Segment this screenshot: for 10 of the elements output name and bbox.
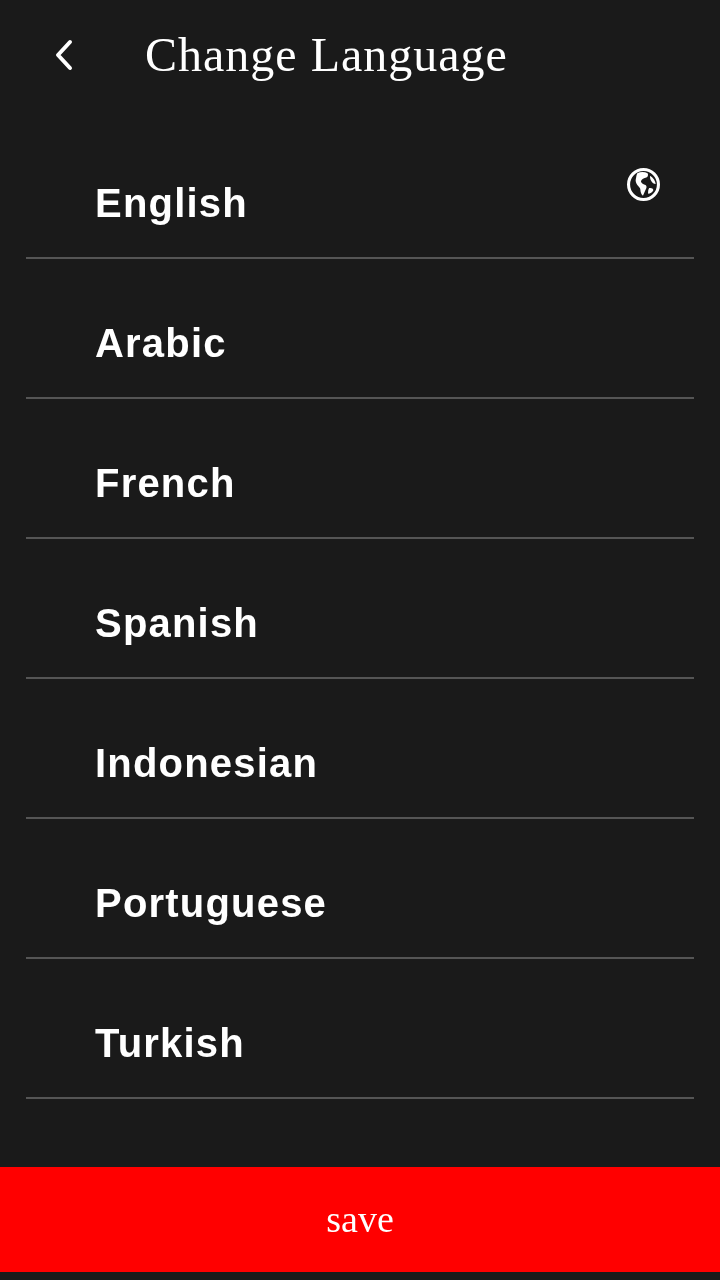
language-item[interactable]: Portuguese <box>26 819 694 959</box>
chevron-left-icon <box>54 39 74 71</box>
language-item[interactable]: Spanish <box>26 539 694 679</box>
language-item[interactable]: Arabic <box>26 259 694 399</box>
language-item[interactable]: Indonesian <box>26 679 694 819</box>
save-button[interactable]: save <box>0 1167 720 1272</box>
language-item[interactable]: French <box>26 399 694 539</box>
language-item[interactable]: English <box>26 119 694 259</box>
language-item[interactable]: Turkish <box>26 959 694 1099</box>
page-title: Change Language <box>145 27 508 83</box>
